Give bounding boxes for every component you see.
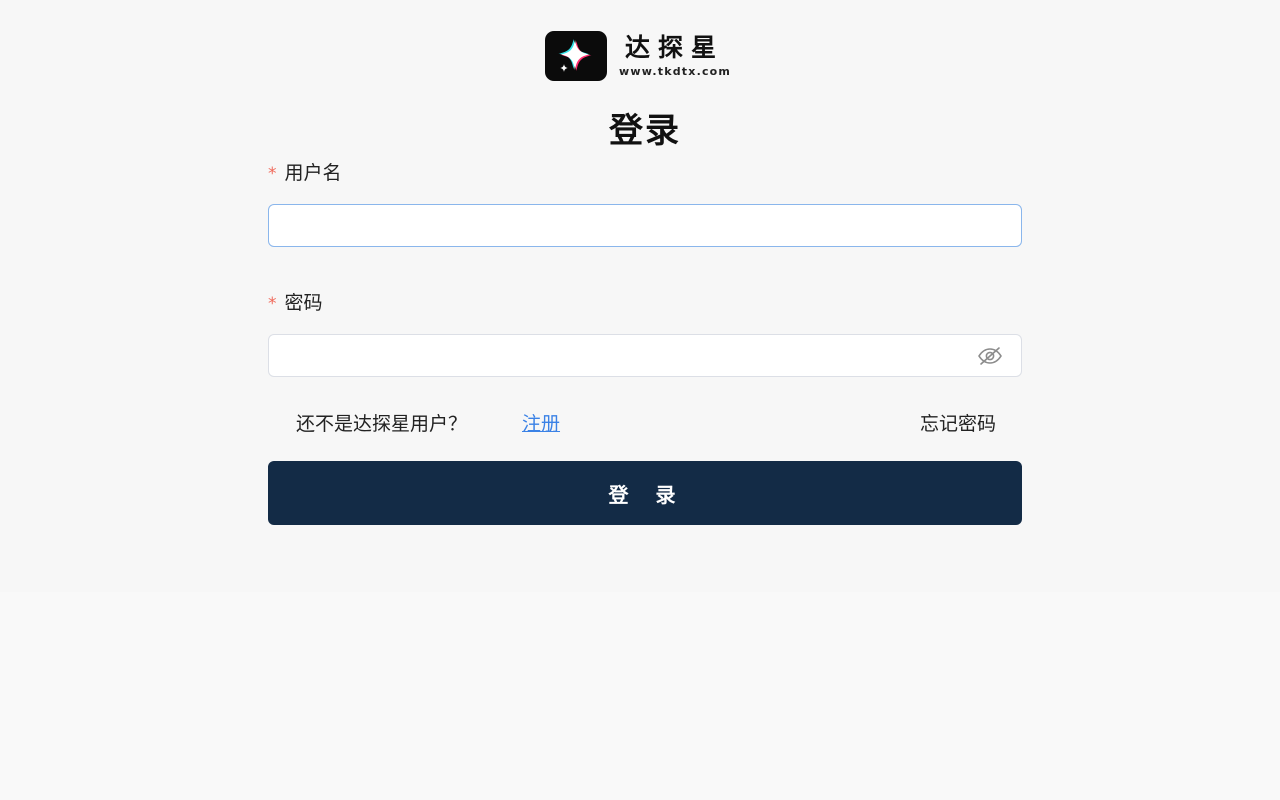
auth-links-row: 还不是达探星用户？ 注册 忘记密码 <box>296 409 996 439</box>
brand-text: 达探星 www.tkdtx.com <box>619 35 731 77</box>
required-mark: * <box>268 163 277 184</box>
forgot-password-link[interactable]: 忘记密码 <box>920 409 996 436</box>
brand-logo: 达探星 www.tkdtx.com <box>545 30 731 82</box>
password-input[interactable] <box>269 335 977 374</box>
brand-name: 达探星 <box>625 33 725 62</box>
register-prompt: 还不是达探星用户？ <box>296 413 468 435</box>
eye-off-icon[interactable] <box>977 345 1003 367</box>
required-mark: * <box>268 293 277 314</box>
register-link[interactable]: 注册 <box>522 409 560 436</box>
password-label: * 密码 <box>268 288 323 315</box>
password-label-text: 密码 <box>284 292 323 314</box>
username-field[interactable] <box>268 204 1022 247</box>
page-title: 登录 <box>609 111 681 151</box>
username-label-text: 用户名 <box>284 162 342 184</box>
username-input[interactable] <box>269 205 977 244</box>
login-button[interactable]: 登 录 <box>268 461 1022 525</box>
brand-url: www.tkdtx.com <box>619 65 732 78</box>
sparkle-star-icon <box>545 31 607 81</box>
password-field[interactable] <box>268 334 1022 377</box>
login-page: 达探星 www.tkdtx.com 登录 * 用户名 * 密码 还不是达探星用户… <box>0 0 1280 800</box>
username-label: * 用户名 <box>268 158 342 185</box>
page-footer-area <box>0 592 1280 800</box>
